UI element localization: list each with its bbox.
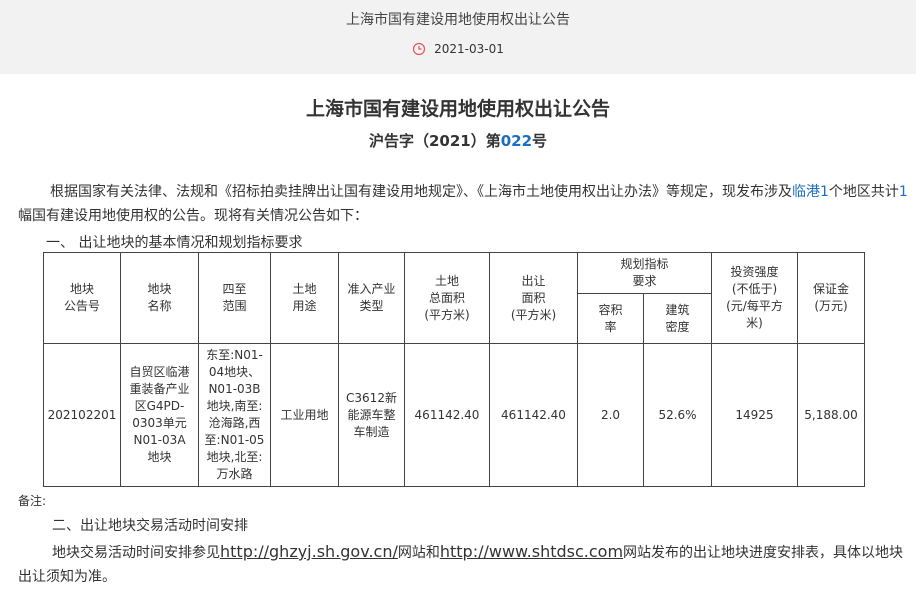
header-investment: 投资强度 (不低于) (元/每平方 米) [711,252,798,344]
header-boundaries: 四至 范围 [198,252,271,344]
cell-total-area: 461142.40 [404,343,490,487]
cell-investment: 14925 [711,343,798,487]
number-suffix: 号 [532,132,548,150]
region-link[interactable]: 临港1 [792,184,829,200]
remark-label: 备注: [18,494,47,508]
plot-count-link[interactable]: 1 [899,184,908,200]
cell-boundaries: 东至:N01- 04地块、 N01-03B 地块,南至: 沧海路,西 至:N01… [198,343,271,487]
section-1-title: 一、 出让地块的基本情况和规划指标要求 [46,235,303,251]
cell-far: 2.0 [577,343,644,487]
cell-transfer-area: 461142.40 [489,343,578,487]
header-transfer-area: 出让 面积 (平方米) [489,252,578,344]
cell-density: 52.6% [643,343,712,487]
intro-text-3: 幅国有建设用地使用权的公告。现将有关情况公告如下： [18,208,368,224]
section-2-title: 二、出让地块交易活动时间安排 [52,518,248,534]
date-text: 2021-03-01 [434,42,504,56]
header-plot-name: 地块 名称 [120,252,199,344]
header-industry: 准入产业 类型 [338,252,405,344]
cell-land-use: 工业用地 [270,343,339,487]
intro-text-2: 个地区共计 [828,184,899,200]
cell-plot-no: 202102201 [43,343,121,487]
header-density: 建筑 密度 [643,293,712,344]
header-land-use: 土地 用途 [270,252,339,344]
cell-plot-name: 自贸区临港 重装备产业 区G4PD- 0303单元 N01-03A 地块 [120,343,199,487]
header-total-area: 土地 总面积 (平方米) [404,252,490,344]
number-value: 022 [500,132,533,150]
table-row: 202102201 自贸区临港 重装备产业 区G4PD- 0303单元 N01-… [43,343,865,487]
ghzyj-link[interactable]: http://ghzyj.sh.gov.cn/ [220,542,398,561]
header-title: 上海市国有建设用地使用权出让公告 [346,12,570,28]
publish-date: 2021-03-01 [0,42,916,59]
header-far: 容积 率 [577,293,644,344]
schedule-text-2: 网站和 [397,545,440,561]
schedule-text-1: 地块交易活动时间安排参见 [52,545,220,561]
document-title: 上海市国有建设用地使用权出让公告 [305,98,610,120]
header-planning: 规划指标 要求 [577,252,712,294]
intro-text-1: 根据国家有关法律、法规和《招标拍卖挂牌出让国有建设用地规定》、《上海市土地使用权… [50,184,792,200]
table-header-row: 地块 公告号 地块 名称 四至 范围 土地 用途 准入产业 类型 土地 总面积 … [43,252,865,344]
schedule-paragraph: 地块交易活动时间安排参见http://ghzyj.sh.gov.cn/网站和ht… [18,540,910,589]
plot-info-table: 地块 公告号 地块 名称 四至 范围 土地 用途 准入产业 类型 土地 总面积 … [43,252,865,487]
clock-icon [412,42,426,59]
page-header: 上海市国有建设用地使用权出让公告 2021-03-01 [0,0,916,74]
document-number: 沪告字（2021）第022号 [0,130,916,151]
number-prefix: 沪告字（2021）第 [368,132,501,150]
header-plot-no: 地块 公告号 [43,252,121,344]
cell-deposit: 5,188.00 [797,343,865,487]
cell-industry: C3612新 能源车整 车制造 [338,343,405,487]
header-deposit: 保证金 (万元) [797,252,865,344]
intro-paragraph: 根据国家有关法律、法规和《招标拍卖挂牌出让国有建设用地规定》、《上海市土地使用权… [18,180,910,228]
shtdsc-link[interactable]: http://www.shtdsc.com [440,542,623,561]
